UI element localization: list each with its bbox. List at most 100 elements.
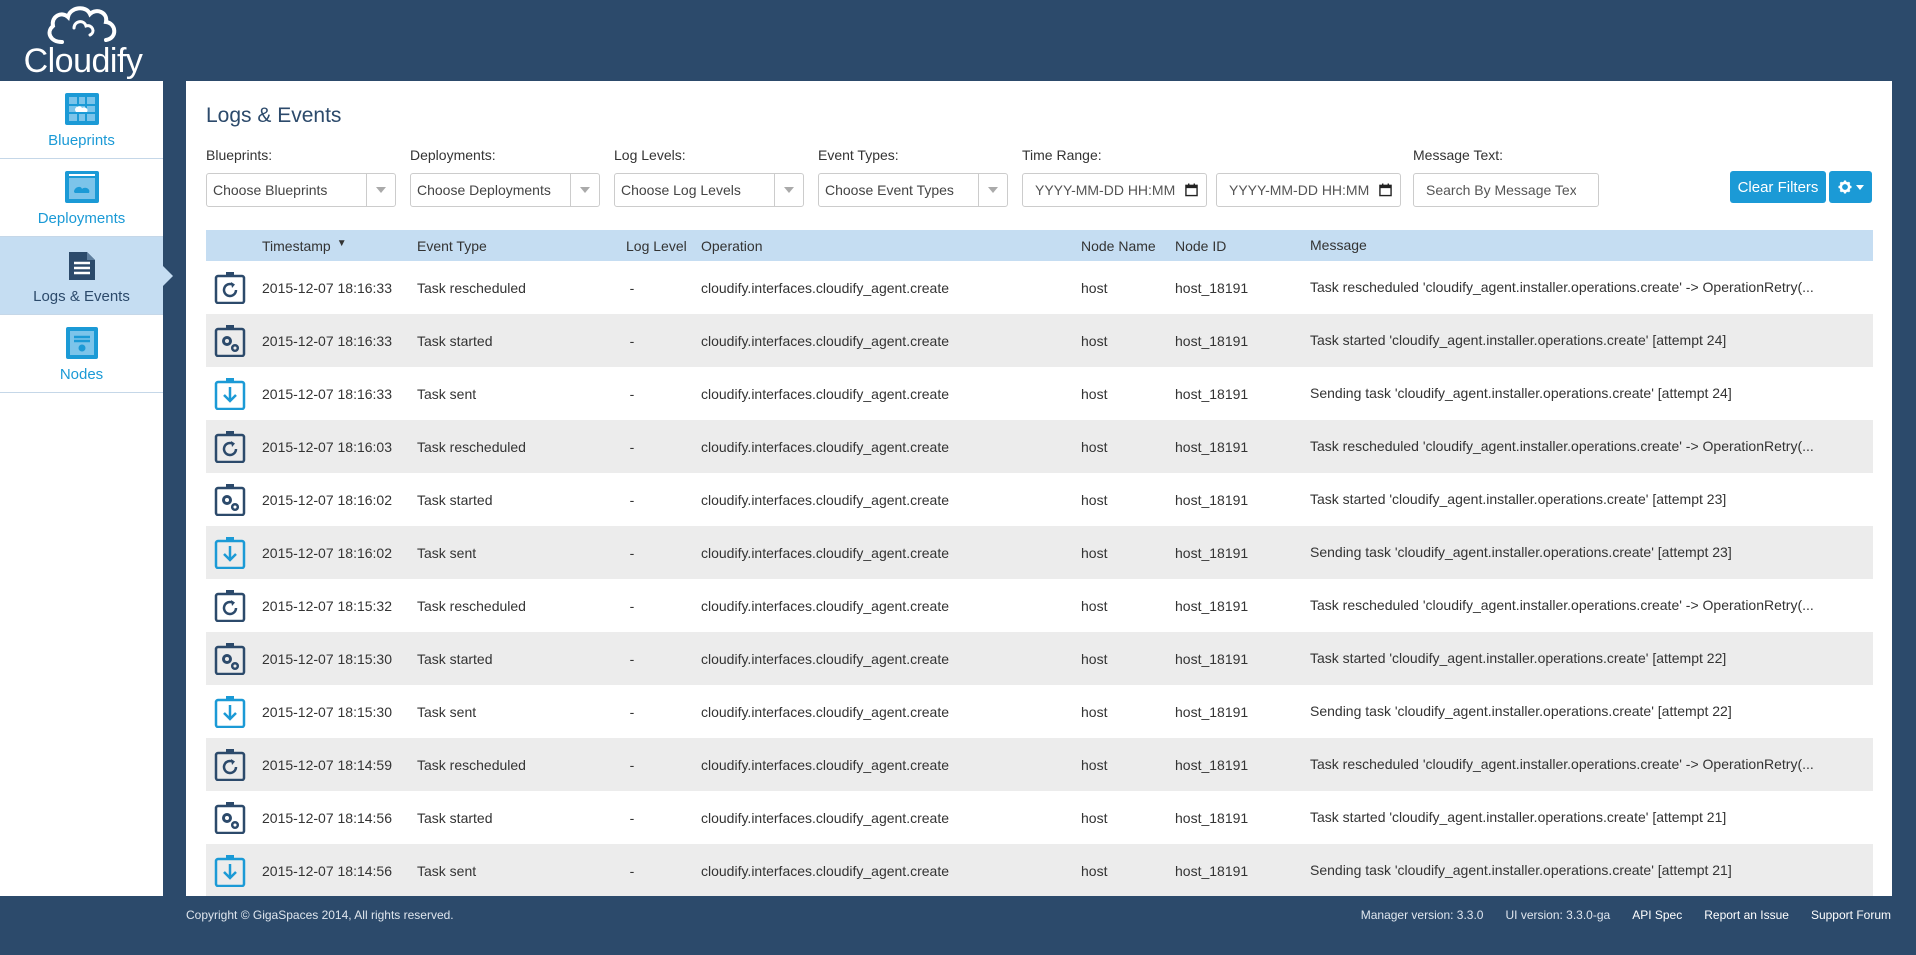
message-search-input[interactable] (1426, 182, 1576, 198)
cell-event-type: Task sent (417, 862, 477, 879)
event-types-select[interactable]: Choose Event Types (818, 173, 1008, 207)
main-panel: Logs & Events Blueprints: Choose Bluepri… (186, 81, 1892, 896)
clear-filters-button[interactable]: Clear Filters (1730, 171, 1826, 203)
sidebar-item-label: Blueprints (48, 132, 115, 149)
table-row[interactable]: 2015-12-07 18:16:33 Task sent - cloudify.in… (206, 367, 1873, 420)
column-header-node-name: Node Name (1081, 237, 1156, 254)
cell-node-id: host_18191 (1175, 597, 1249, 614)
message-search-field[interactable] (1413, 173, 1599, 207)
column-header-timestamp[interactable]: Timestamp ▼ (262, 230, 412, 261)
calendar-icon[interactable] (1379, 183, 1392, 197)
filter-time-range-to (1216, 147, 1401, 207)
cell-node-name: host (1081, 544, 1108, 561)
cell-log-level: - (629, 809, 635, 826)
column-header-operation: Operation (701, 237, 763, 254)
cell-operation: cloudify.interfaces.cloudify_agent.creat… (701, 650, 949, 667)
table-row[interactable]: 2015-12-07 18:15:30 Task sent - cloudify.in… (206, 685, 1873, 738)
time-from-input[interactable] (1035, 182, 1185, 198)
gear-icon (1838, 180, 1851, 194)
log-levels-select[interactable]: Choose Log Levels (614, 173, 804, 207)
task-started-icon (214, 632, 246, 685)
filter-label: Deployments: (410, 147, 496, 163)
cell-log-level: - (629, 385, 635, 402)
cell-log-level: - (629, 544, 635, 561)
ui-version: UI version: 3.3.0-ga (1505, 908, 1611, 922)
settings-dropdown-button[interactable] (1829, 171, 1872, 203)
cell-message: Task started 'cloudify_agent.installer.o… (1310, 650, 1727, 666)
cell-timestamp: 2015-12-07 18:16:02 (262, 491, 392, 508)
cell-message: Task started 'cloudify_agent.installer.o… (1310, 491, 1727, 507)
cell-message: Task rescheduled 'cloudify_agent.install… (1310, 279, 1814, 295)
column-header-node-id: Node ID (1175, 237, 1227, 254)
footer: Copyright © GigaSpaces 2014, All rights … (0, 896, 1916, 955)
select-value: Choose Deployments (417, 182, 551, 198)
cell-operation: cloudify.interfaces.cloudify_agent.creat… (701, 862, 949, 879)
sidebar-item-nodes[interactable]: Nodes (0, 315, 163, 393)
task-sent-icon (214, 526, 246, 579)
cell-event-type: Task sent (417, 703, 477, 720)
cell-node-id: host_18191 (1175, 650, 1249, 667)
table-row[interactable]: 2015-12-07 18:15:30 Task started - cloudify… (206, 632, 1873, 685)
cell-operation: cloudify.interfaces.cloudify_agent.creat… (701, 332, 949, 349)
cell-node-name: host (1081, 438, 1108, 455)
task-sent-icon (214, 685, 246, 738)
table-row[interactable]: 2015-12-07 18:14:56 Task started - cloudify… (206, 791, 1873, 844)
support-forum-link[interactable]: Support Forum (1811, 908, 1891, 922)
select-value: Choose Event Types (825, 182, 954, 198)
cell-event-type: Task sent (417, 544, 477, 561)
sidebar-item-logs-events[interactable]: Logs & Events (0, 237, 173, 315)
deployments-select[interactable]: Choose Deployments (410, 173, 600, 207)
cell-operation: cloudify.interfaces.cloudify_agent.creat… (701, 756, 949, 773)
chevron-down-icon[interactable] (978, 174, 1007, 206)
cell-timestamp: 2015-12-07 18:15:30 (262, 703, 392, 720)
cell-operation: cloudify.interfaces.cloudify_agent.creat… (701, 491, 949, 508)
cell-timestamp: 2015-12-07 18:16:02 (262, 544, 392, 561)
table-row[interactable]: 2015-12-07 18:16:02 Task started - cloudify… (206, 473, 1873, 526)
filter-log-levels: Log Levels: Choose Log Levels (614, 147, 804, 207)
cell-node-name: host (1081, 279, 1108, 296)
calendar-icon[interactable] (1185, 183, 1198, 197)
cell-log-level: - (629, 438, 635, 455)
task-sent-icon (214, 844, 246, 896)
cell-node-id: host_18191 (1175, 385, 1249, 402)
time-from-field[interactable] (1022, 173, 1207, 207)
blueprints-select[interactable]: Choose Blueprints (206, 173, 396, 207)
task-rescheduled-icon (214, 420, 246, 473)
cell-message: Task started 'cloudify_agent.installer.o… (1310, 809, 1727, 825)
cell-node-name: host (1081, 809, 1108, 826)
chevron-down-icon[interactable] (366, 174, 395, 206)
column-header-event-type: Event Type (417, 237, 487, 254)
page-title: Logs & Events (206, 104, 342, 127)
table-row[interactable]: 2015-12-07 18:16:33 Task rescheduled - clou… (206, 261, 1873, 314)
sidebar-item-label: Deployments (37, 210, 126, 227)
filter-deployments: Deployments: Choose Deployments (410, 147, 600, 207)
chevron-down-icon[interactable] (570, 174, 599, 206)
table-row[interactable]: 2015-12-07 18:15:32 Task rescheduled - clou… (206, 579, 1873, 632)
filter-time-range-from: Time Range: (1022, 147, 1207, 207)
cell-message: Task started 'cloudify_agent.installer.o… (1310, 332, 1727, 348)
api-spec-link[interactable]: API Spec (1632, 908, 1682, 922)
cloudify-logo[interactable]: Cloudify (18, 4, 148, 80)
report-issue-link[interactable]: Report an Issue (1704, 908, 1789, 922)
sidebar-item-blueprints[interactable]: Blueprints (0, 81, 163, 159)
table-row[interactable]: 2015-12-07 18:16:02 Task sent - cloudify.in… (206, 526, 1873, 579)
cell-log-level: - (629, 332, 635, 349)
table-row[interactable]: 2015-12-07 18:14:56 Task sent - cloudify.in… (206, 844, 1873, 896)
time-to-field[interactable] (1216, 173, 1401, 207)
cell-message: Task rescheduled 'cloudify_agent.install… (1310, 438, 1814, 454)
table-row[interactable]: 2015-12-07 18:16:03 Task rescheduled - clou… (206, 420, 1873, 473)
table-row[interactable]: 2015-12-07 18:14:59 Task rescheduled - clou… (206, 738, 1873, 791)
cell-operation: cloudify.interfaces.cloudify_agent.creat… (701, 438, 949, 455)
task-started-icon (214, 473, 246, 526)
sidebar-item-deployments[interactable]: Deployments (0, 159, 163, 237)
table-row[interactable]: 2015-12-07 18:16:33 Task started - cloudify… (206, 314, 1873, 367)
filter-label: Blueprints: (206, 147, 273, 163)
chevron-down-icon[interactable] (774, 174, 803, 206)
time-to-input[interactable] (1229, 182, 1379, 198)
cell-operation: cloudify.interfaces.cloudify_agent.creat… (701, 703, 949, 720)
cell-operation: cloudify.interfaces.cloudify_agent.creat… (701, 544, 949, 561)
cell-operation: cloudify.interfaces.cloudify_agent.creat… (701, 385, 949, 402)
cell-event-type: Task started (417, 332, 493, 349)
cell-node-id: host_18191 (1175, 809, 1249, 826)
cell-node-name: host (1081, 756, 1108, 773)
